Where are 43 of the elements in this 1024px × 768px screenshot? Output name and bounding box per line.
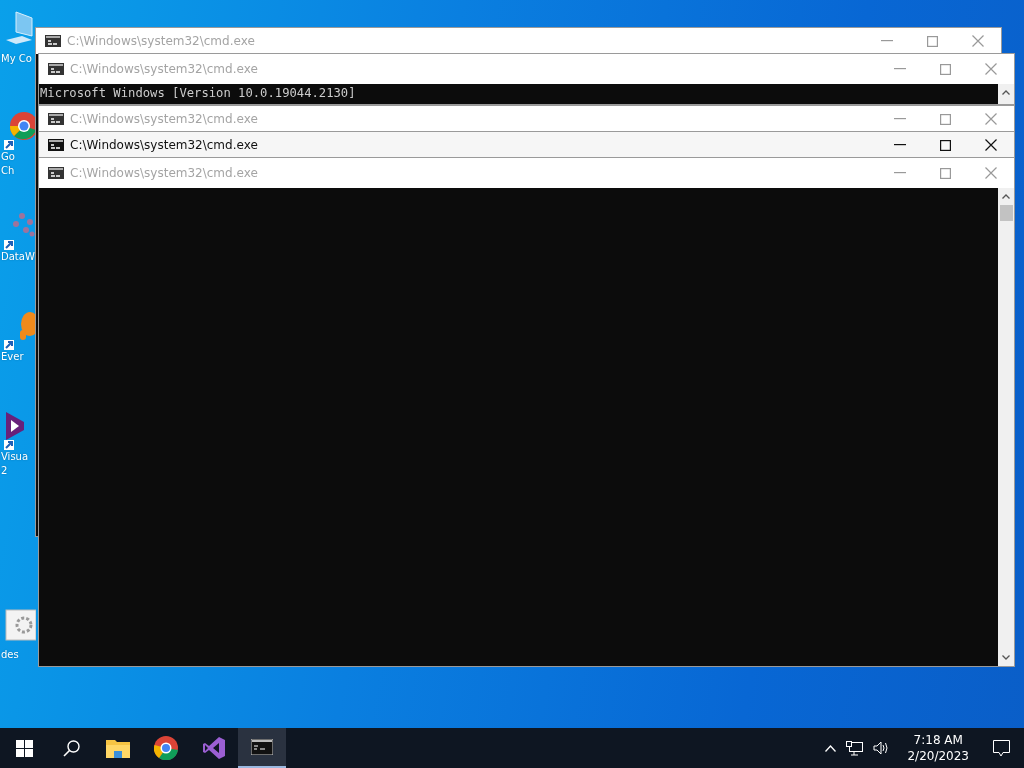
console-icon xyxy=(48,63,64,75)
window-title: C:\Windows\system32\cmd.exe xyxy=(70,112,258,126)
scroll-up-icon[interactable] xyxy=(1002,194,1010,199)
network-icon[interactable] xyxy=(846,740,864,756)
title-bar[interactable]: C:\Windows\system32\cmd.exe xyxy=(39,132,1014,158)
folder-icon xyxy=(106,738,130,758)
scroll-up-icon[interactable] xyxy=(1002,90,1010,95)
maximize-icon[interactable] xyxy=(940,139,951,151)
console-icon xyxy=(48,113,64,125)
close-icon[interactable] xyxy=(985,139,997,151)
icon-label: My Co xyxy=(0,52,32,66)
icon-label: Ever xyxy=(0,350,24,364)
chevron-up-icon[interactable] xyxy=(825,744,837,752)
scrollbar[interactable] xyxy=(998,188,1014,666)
minimize-icon[interactable] xyxy=(894,144,906,146)
window-title: C:\Windows\system32\cmd.exe xyxy=(67,34,255,48)
windows-logo-icon[interactable] xyxy=(16,739,33,757)
console-icon xyxy=(45,35,61,47)
console-icon xyxy=(48,139,64,151)
clock[interactable]: 7:18 AM 2/20/2023 xyxy=(899,732,977,764)
window-title: C:\Windows\system32\cmd.exe xyxy=(70,138,258,152)
console-line: Microsoft Windows [Version 10.0.19044.2130] xyxy=(40,85,357,101)
window-title: C:\Windows\system32\cmd.exe xyxy=(70,62,258,76)
scroll-down-icon[interactable] xyxy=(1002,655,1010,660)
clock-date: 2/20/2023 xyxy=(907,748,969,764)
console-icon xyxy=(251,739,273,755)
icon-label: des xyxy=(0,648,19,662)
icon-label: Visua xyxy=(0,450,29,464)
search-icon[interactable] xyxy=(63,739,80,757)
speaker-icon[interactable] xyxy=(873,741,890,755)
studio-icon xyxy=(202,736,226,760)
console-icon xyxy=(48,167,64,179)
icon-label: Go xyxy=(0,150,15,164)
browser-icon xyxy=(154,736,178,760)
icon-label: Ch xyxy=(0,164,15,178)
taskbar-app[interactable] xyxy=(238,728,286,768)
clock-time: 7:18 AM xyxy=(913,732,963,748)
icon-label: 2 xyxy=(0,464,8,478)
scrollbar[interactable] xyxy=(998,84,1014,104)
notification-icon[interactable] xyxy=(993,739,1010,757)
scroll-thumb[interactable] xyxy=(999,205,1013,221)
window-title: C:\Windows\system32\cmd.exe xyxy=(70,166,258,180)
icon-label: DataW xyxy=(0,250,35,264)
